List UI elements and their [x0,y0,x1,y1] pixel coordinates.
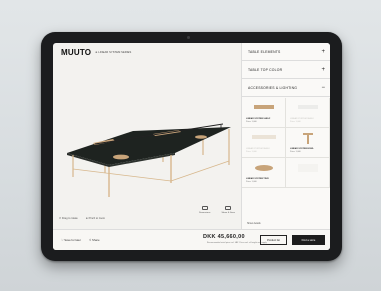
viewport-hints: ⟳ Drag to rotate ⊕ Pinch to zoom [59,217,105,220]
bowl-thumbnail [303,133,313,144]
price-note: Recommended retail price incl. VAT. Pric… [206,242,267,244]
total-price: DKK 45,660,00 [203,234,245,240]
find-store-button[interactable]: Find a store [292,235,325,245]
3d-viewport[interactable] [53,61,241,223]
header: MUUTO ⊕ LINEAR SYSTEM SERIES [53,43,241,61]
accessory-card[interactable] [286,158,330,188]
tablet-device: MUUTO ⊕ LINEAR SYSTEM SERIES Retail Part… [41,32,342,261]
accessory-card[interactable]: LINEAR SYSTEM SHELF Price: 1,000 [242,128,286,158]
tray [195,135,207,139]
tray [113,154,129,160]
product-list-button[interactable]: Product list [260,235,287,245]
accessory-card[interactable]: LINEAR SYSTEM SHELF Price: 1,000 [242,98,286,128]
dimensions-button[interactable]: Dimensions [199,206,210,214]
table-render[interactable] [53,61,241,223]
tray-thumbnail [255,165,273,171]
share-link[interactable]: ⇪ Share [89,238,100,242]
ruler-icon [201,206,208,210]
accessory-card[interactable]: LINEAR SYSTEM BOWL Price: 1,000 [286,128,330,158]
blank-thumbnail [298,164,318,172]
shelf-thumbnail [252,135,276,139]
zoom-hint: ⊕ Pinch to zoom [85,217,106,220]
share-icon [225,206,232,210]
show-details-link[interactable]: Show details [247,222,261,225]
share-save-button[interactable]: Share & Save [221,206,235,214]
section-table-elements[interactable]: TABLE ELEMENTS + [242,43,330,61]
bottom-bar: ♡ Save for later ⇪ Share DKK 45,660,00 R… [53,229,330,250]
accessory-card[interactable]: LINEAR SYSTEM TRAY Price: 1,000 [242,158,286,188]
bottom-links: ♡ Save for later ⇪ Share [61,238,100,242]
accessory-card[interactable]: LINEAR SYSTEM SHELF Price: 1,000 [286,98,330,128]
rotate-hint: ⟳ Drag to rotate [59,217,78,220]
plus-icon: + [321,66,325,73]
plus-icon: + [321,48,325,55]
shelf-thumbnail [254,105,274,109]
camera-icon [187,36,190,39]
shelf-thumbnail [298,105,318,109]
stretcher [170,160,230,182]
minus-icon: − [321,84,325,91]
accessory-grid: LINEAR SYSTEM SHELF Price: 1,000 LINEAR … [242,98,330,218]
section-accessories[interactable]: ACCESSORIES & LIGHTING − [242,79,330,97]
series-title: ⊕ LINEAR SYSTEM SERIES [95,50,132,54]
configurator-screen: MUUTO ⊕ LINEAR SYSTEM SERIES Retail Part… [53,43,330,250]
section-table-top-color[interactable]: TABLE TOP COLOR + [242,61,330,79]
save-for-later-link[interactable]: ♡ Save for later [61,238,81,242]
stretcher [72,168,172,182]
options-sidebar: TABLE ELEMENTS + TABLE TOP COLOR + ACCES… [241,43,330,229]
brand-logo[interactable]: MUUTO [61,48,91,57]
